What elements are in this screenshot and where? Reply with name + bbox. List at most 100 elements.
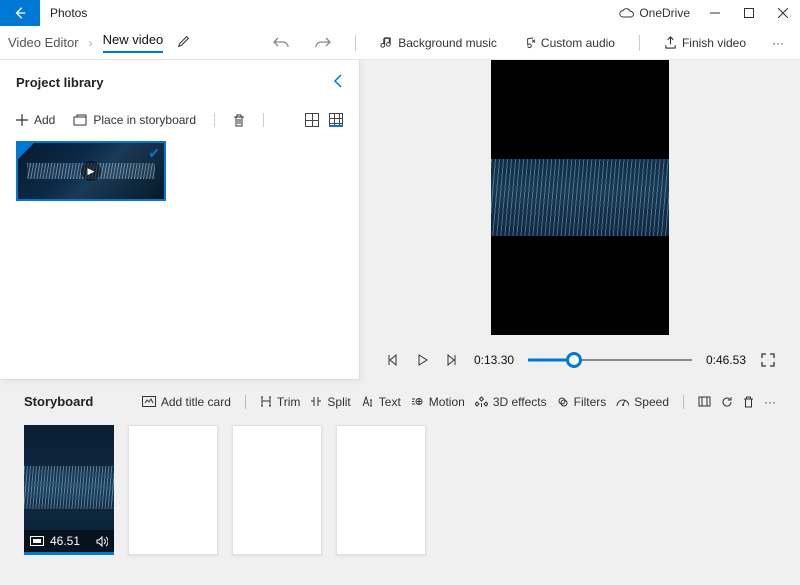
cloud-icon — [619, 8, 635, 18]
fullscreen-icon — [761, 353, 775, 367]
custom-audio-button[interactable]: Custom audio — [515, 26, 623, 59]
storyboard-title: Storyboard — [24, 394, 93, 409]
place-in-storyboard-button[interactable]: Place in storyboard — [73, 113, 196, 127]
split-label: Split — [327, 395, 350, 409]
breadcrumb-root[interactable]: Video Editor — [8, 35, 79, 50]
step-forward-icon — [446, 354, 458, 366]
motion-button[interactable]: Motion — [411, 395, 465, 409]
play-overlay-icon: ▶ — [81, 161, 101, 181]
title-bar: Photos OneDrive — [0, 0, 800, 26]
add-media-button[interactable]: Add — [16, 113, 55, 127]
trash-icon — [233, 114, 245, 127]
header-row: Video Editor › New video Background musi… — [0, 26, 800, 60]
effects-label: 3D effects — [493, 395, 547, 409]
prev-frame-button[interactable] — [384, 354, 400, 366]
chevron-right-icon: › — [89, 36, 93, 50]
separator — [355, 35, 356, 51]
finish-video-label: Finish video — [682, 36, 746, 50]
storyboard-more-button[interactable]: ··· — [764, 395, 776, 409]
add-title-card-button[interactable]: Add title card — [142, 395, 231, 409]
back-button[interactable] — [0, 0, 40, 26]
play-icon — [416, 354, 428, 366]
filters-label: Filters — [574, 395, 607, 409]
export-icon — [664, 36, 677, 49]
close-button[interactable] — [766, 0, 800, 26]
rotate-button[interactable] — [721, 396, 733, 408]
clip-duration: 46.51 — [50, 534, 80, 548]
fullscreen-button[interactable] — [760, 353, 776, 367]
storyboard-clips: 46.51 — [24, 425, 776, 555]
filters-icon — [557, 396, 569, 408]
storyboard-empty-slot[interactable] — [232, 425, 322, 555]
maximize-button[interactable] — [732, 0, 766, 26]
text-label: Text — [379, 395, 401, 409]
chevron-left-icon — [333, 74, 343, 88]
speed-button[interactable]: Speed — [616, 395, 669, 409]
trim-button[interactable]: Trim — [260, 395, 301, 409]
breadcrumb-current[interactable]: New video — [103, 32, 164, 53]
custom-audio-label: Custom audio — [541, 36, 615, 50]
more-button[interactable]: ··· — [764, 26, 792, 59]
collapse-library-button[interactable] — [333, 74, 343, 91]
finish-video-button[interactable]: Finish video — [656, 26, 754, 59]
place-label: Place in storyboard — [93, 113, 196, 127]
crop-icon — [698, 396, 711, 407]
clip-image — [24, 466, 114, 509]
split-button[interactable]: Split — [310, 395, 350, 409]
resize-button[interactable] — [698, 396, 711, 407]
play-button[interactable] — [414, 354, 430, 366]
delete-clip-button[interactable] — [743, 396, 754, 408]
3d-effects-button[interactable]: 3D effects — [475, 395, 547, 409]
undo-button[interactable] — [265, 26, 297, 59]
current-time: 0:13.30 — [474, 353, 514, 367]
rename-button[interactable] — [177, 34, 191, 51]
volume-icon — [96, 536, 108, 547]
maximize-icon — [744, 8, 754, 18]
scrub-knob[interactable] — [566, 352, 582, 368]
undo-icon — [273, 36, 289, 50]
total-time: 0:46.53 — [706, 353, 746, 367]
filters-button[interactable]: Filters — [557, 395, 607, 409]
clip-footer: 46.51 — [24, 530, 114, 552]
preview-video[interactable] — [491, 60, 669, 335]
pencil-icon — [177, 34, 191, 48]
step-back-icon — [386, 354, 398, 366]
motion-icon — [411, 396, 424, 407]
storyboard-header: Storyboard Add title card Trim Split Tex… — [24, 394, 776, 409]
text-icon — [361, 396, 374, 407]
ellipsis-icon: ··· — [764, 395, 776, 409]
storyboard-empty-slot[interactable] — [336, 425, 426, 555]
next-frame-button[interactable] — [444, 354, 460, 366]
text-button[interactable]: Text — [361, 395, 401, 409]
add-label: Add — [34, 113, 55, 127]
close-icon — [778, 8, 788, 18]
separator — [263, 113, 264, 127]
view-grid-large-button[interactable] — [329, 113, 343, 127]
onedrive-button[interactable]: OneDrive — [611, 6, 698, 20]
trim-label: Trim — [277, 395, 301, 409]
trash-icon — [743, 396, 754, 408]
motion-label: Motion — [429, 395, 465, 409]
storyboard-section: Storyboard Add title card Trim Split Tex… — [0, 380, 800, 555]
rotate-icon — [721, 396, 733, 408]
project-library-panel: Project library Add Place in storyboard — [0, 60, 360, 380]
library-title: Project library — [16, 75, 333, 90]
preview-frame-image — [491, 159, 669, 236]
minimize-button[interactable] — [698, 0, 732, 26]
delete-media-button[interactable] — [233, 114, 245, 127]
selected-check-icon: ✔ — [148, 145, 160, 162]
redo-button[interactable] — [307, 26, 339, 59]
minimize-icon — [710, 8, 720, 18]
audio-icon — [523, 36, 536, 49]
separator — [639, 35, 640, 51]
storyboard-clip[interactable]: 46.51 — [24, 425, 114, 555]
view-grid-small-button[interactable] — [305, 113, 319, 127]
library-clip-thumbnail[interactable]: ▶ ✔ — [16, 141, 166, 201]
scrubber[interactable] — [528, 358, 692, 362]
storyboard-empty-slot[interactable] — [128, 425, 218, 555]
plus-icon — [16, 114, 28, 126]
playback-controls: 0:13.30 0:46.53 — [360, 353, 800, 367]
speed-label: Speed — [634, 395, 669, 409]
onedrive-label: OneDrive — [639, 6, 690, 20]
background-music-button[interactable]: Background music — [372, 26, 505, 59]
